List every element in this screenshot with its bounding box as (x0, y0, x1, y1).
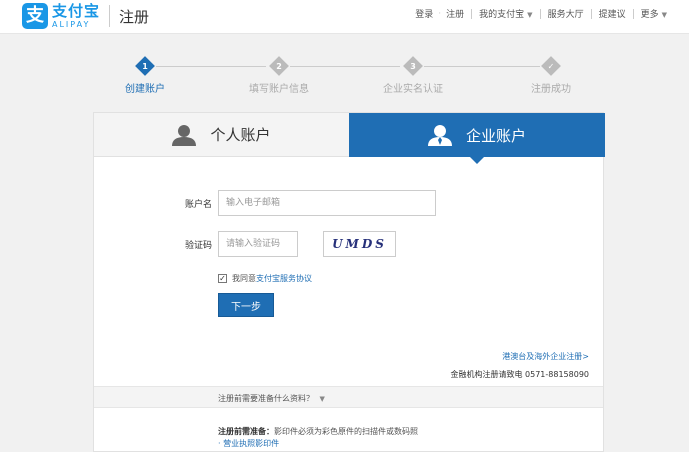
enterprise-user-icon (427, 125, 452, 146)
logo-en: ALIPAY (52, 19, 91, 29)
logo-cn: 支付宝 (52, 1, 101, 20)
step-connector (290, 66, 400, 67)
step-2-label: 填写账户信息 (249, 84, 309, 95)
step-1-label: 创建账户 (125, 84, 165, 95)
registration-steps: 1 2 3 ✓ 创建账户 填写账户信息 企业实名认证 注册成功 (0, 56, 689, 96)
step-3-label: 企业实名认证 (383, 84, 443, 95)
top-nav: 登录 · 注册 我的支付宝 ▼ 服务大厅 提建议 更多 ▼ (415, 7, 667, 20)
caret-down-icon: ▼ (661, 11, 667, 19)
account-type-tabs: 个人账户 企业账户 (94, 113, 605, 164)
prep-note-text: 影印件必须为彩色原件的扫描件或数码照 (274, 427, 418, 436)
nav-divider (632, 8, 634, 19)
more-label: 更多 (640, 10, 659, 20)
register-link[interactable]: 注册 (446, 7, 464, 20)
page-title: 注册 (119, 7, 150, 26)
agreement: ✓ 我同意 支付宝服务协议 (218, 273, 312, 284)
account-label: 账户名 (184, 199, 212, 210)
agree-checkbox[interactable]: ✓ (218, 274, 227, 283)
check-icon: ✓ (541, 56, 561, 76)
tab-personal[interactable]: 个人账户 (94, 113, 349, 157)
captcha-image[interactable]: UMDS (323, 231, 396, 257)
my-alipay-menu[interactable]: 我的支付宝 ▼ (479, 7, 532, 20)
captcha-field[interactable] (218, 231, 298, 257)
tab-enterprise-label: 企业账户 (465, 126, 526, 145)
caret-down-icon: ▼ (319, 395, 325, 403)
my-alipay-label: 我的支付宝 (479, 10, 525, 20)
step-4-label: 注册成功 (531, 84, 571, 95)
prep-title: 注册前需要准备什么资料？ ▼ (218, 394, 325, 403)
caret-down-icon: ▼ (527, 11, 533, 19)
fin-phone: 0571-88158090 (525, 370, 589, 379)
email-field[interactable] (218, 190, 436, 216)
captcha-label: 验证码 (184, 240, 212, 251)
nav-divider (539, 8, 541, 19)
captcha-row: 验证码 UMDS (152, 231, 396, 257)
service-hall-link[interactable]: 服务大厅 (548, 7, 584, 20)
step-1-icon: 1 (135, 56, 155, 76)
more-menu[interactable]: 更多 ▼ (641, 7, 667, 20)
prep-item-license[interactable]: · 营业执照影印件 (218, 438, 279, 449)
hk-overseas-register-link[interactable]: 港澳台及海外企业注册> (502, 351, 589, 362)
logo-divider (109, 5, 111, 27)
logo-text: 支付宝 ALIPAY (52, 1, 101, 29)
prep-note: 注册前需准备：影印件必须为彩色原件的扫描件或数码照 (218, 426, 418, 437)
nav-dot: · (438, 8, 442, 19)
nav-divider (590, 8, 592, 19)
step-2-icon: 2 (269, 56, 289, 76)
account-row: 账户名 (152, 190, 436, 216)
prep-toggle[interactable]: 注册前需要准备什么资料？ ▼ (94, 386, 603, 408)
alipay-logo-icon: 支 (22, 3, 48, 29)
nav-divider (471, 8, 473, 19)
step-3-icon: 3 (403, 56, 423, 76)
alipay-logo[interactable]: 支 支付宝 ALIPAY 注册 (22, 3, 149, 29)
agree-text: 我同意 (232, 274, 256, 283)
person-icon (172, 124, 197, 146)
next-step-button[interactable]: 下一步 (218, 293, 274, 317)
login-link[interactable]: 登录 (415, 7, 433, 20)
register-panel: 个人账户 企业账户 账户名 验证码 UMDS ✓ 我同意 支付宝服务协议 下一步… (93, 112, 605, 452)
service-agreement-link[interactable]: 支付宝服务协议 (256, 273, 312, 284)
prep-note-label: 注册前需准备： (218, 427, 274, 436)
suggest-link[interactable]: 提建议 (599, 7, 626, 20)
tab-personal-label: 个人账户 (210, 126, 271, 144)
step-connector (156, 66, 266, 67)
top-header: 支 支付宝 ALIPAY 注册 登录 · 注册 我的支付宝 ▼ 服务大厅 提建议 … (0, 0, 689, 34)
fin-label: 金融机构注册请致电 (450, 370, 523, 379)
financial-institution-contact: 金融机构注册请致电 0571-88158090 (450, 369, 589, 380)
step-connector (424, 66, 540, 67)
tab-enterprise[interactable]: 企业账户 (349, 113, 605, 164)
